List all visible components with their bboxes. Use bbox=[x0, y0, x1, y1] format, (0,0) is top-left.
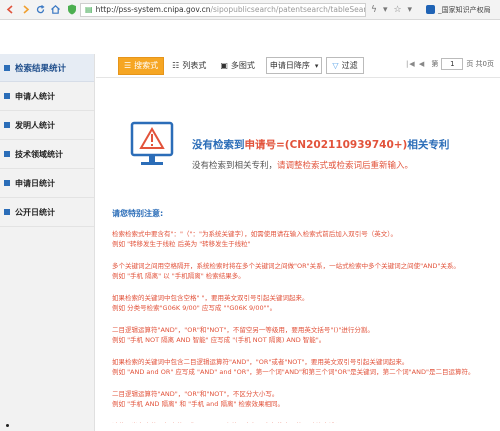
sidebar-item-label: 公开日统计 bbox=[15, 207, 55, 217]
chevron-down-icon: ▾ bbox=[314, 61, 319, 70]
tip-line: 如果检索的关键词中包含空格" "，要用英文双引号引起关键词起来。 bbox=[112, 294, 309, 302]
view-list-button[interactable]: ☷ 列表式 bbox=[166, 57, 212, 75]
tip-line: 例如 "手机 AND 隔离" 和 "手机 and 隔离" 检索效果相同。 bbox=[112, 400, 285, 408]
title-pre: 没有检索到 bbox=[192, 139, 245, 151]
url-path: /sipopublicsearch/patentsearch/tableSear… bbox=[210, 5, 366, 14]
tip-line: 例如 "手机 NOT 隔离 AND 智能" 应写成 "(手机 NOT 隔离) A… bbox=[112, 336, 326, 344]
refresh-icon[interactable] bbox=[34, 4, 46, 16]
shield-icon bbox=[66, 4, 77, 16]
sidebar-item-label: 发明人统计 bbox=[15, 120, 55, 130]
url-host: pss-system.cnipa.gov.cn bbox=[118, 5, 211, 14]
no-results-subtitle: 没有检索到相关专利，请调整检索式或检索词后重新输入。 bbox=[192, 159, 413, 171]
tip-line: 例如 分类号检索"G06K 9/00" 应写成 ""G06K 9/00""。 bbox=[112, 304, 277, 312]
forward-icon[interactable] bbox=[19, 4, 31, 16]
tip-line: 请使用半角字符，标点符号为 ：国际一中使用全角，全角状态可能导致检索错误。 bbox=[112, 421, 492, 423]
no-results-panel: 没有检索到申请号=(CN202110939740+)相关专利 没有检索到相关专利… bbox=[112, 115, 492, 195]
tip-block: 检索检索式中要含有"："（"："为系统关键字），如需使用请在输入检索式前后加入双… bbox=[112, 229, 492, 249]
tip-line: 例如 "转移发生于线粒 后英为 "转移发生于线粒" bbox=[112, 240, 251, 248]
stats-icon bbox=[4, 64, 10, 71]
tip-line: 检索检索式中要含有"："（"："为系统关键字），如需使用请在输入检索式前后加入双… bbox=[112, 230, 397, 238]
results-toolbar: ☰ 搜索式 ☷ 列表式 ▣ 多图式 申请日降序 ▾ ▽ 过滤 |◀ ◀ 第 1 … bbox=[96, 54, 500, 78]
page-prefix: 第 bbox=[431, 60, 439, 68]
view-search-label: 搜索式 bbox=[134, 61, 159, 70]
tip-block: 二目逻辑运算符"AND"，"OR"和"NOT"，不区分大小写。 例如 "手机 AN… bbox=[112, 389, 492, 409]
title-highlight: 申请号=(CN202110939740+) bbox=[244, 139, 408, 151]
stats-sidebar: 检索结果统计 申请人统计 发明人统计 技术领域统计 申请日统计 公开日统计 bbox=[0, 54, 95, 431]
view-list-label: 列表式 bbox=[182, 61, 207, 70]
square-bullet-icon bbox=[4, 122, 10, 128]
page-input[interactable]: 1 bbox=[441, 58, 464, 70]
square-bullet-icon bbox=[4, 93, 10, 99]
star-icon[interactable]: ☆ bbox=[393, 5, 401, 15]
page-nav-arrows-icon[interactable]: |◀ ◀ bbox=[406, 60, 425, 68]
square-bullet-icon bbox=[4, 151, 10, 157]
tip-line: 多个关键词之间用空格隔开，系统检索时将在多个关键词之间做"OR"关系，一站式检索… bbox=[112, 262, 460, 270]
square-bullet-icon bbox=[4, 209, 10, 215]
tab-title: _国家知识产权局 bbox=[438, 5, 491, 14]
url-scheme: http:// bbox=[95, 5, 119, 14]
mouse-cursor-icon bbox=[6, 424, 9, 427]
tips-title: 请您特别注意: bbox=[112, 209, 164, 218]
bolt-icon[interactable]: ϟ bbox=[371, 5, 377, 15]
sidebar-item-tech-field[interactable]: 技术领域统计 bbox=[0, 140, 94, 169]
tip-line: 如果检索的关键词中包含二目逻辑运算符"AND"，"OR"或者"NOT"，要用英文… bbox=[112, 358, 409, 366]
sidebar-item-label: 申请日统计 bbox=[15, 178, 55, 188]
sidebar-header[interactable]: 检索结果统计 bbox=[0, 54, 94, 82]
sidebar-item-filing-date[interactable]: 申请日统计 bbox=[0, 169, 94, 198]
list-icon: ☷ bbox=[172, 61, 180, 70]
no-results-title: 没有检索到申请号=(CN202110939740+)相关专利 bbox=[192, 137, 449, 152]
address-bar[interactable]: ▤ http://pss-system.cnipa.gov.cn/sipopub… bbox=[80, 2, 366, 17]
sub-highlight: 请调整检索式或检索词后重新输入。 bbox=[277, 161, 414, 171]
tip-block: 请使用半角字符，标点符号为 ：国际一中使用全角，全角状态可能导致检索错误。 bbox=[112, 421, 492, 423]
sort-select[interactable]: 申请日降序 ▾ bbox=[265, 57, 323, 74]
view-search-button[interactable]: ☰ 搜索式 bbox=[118, 56, 165, 75]
warning-monitor-icon bbox=[130, 121, 174, 165]
tip-block: 二目逻辑运算符"AND"，"OR"和"NOT"，不留空另一等级用，要用英文括号"… bbox=[112, 325, 492, 345]
tip-line: 二目逻辑运算符"AND"，"OR"和"NOT"，不区分大小写。 bbox=[112, 390, 279, 398]
tip-line: 例如 "AND and OR" 应写成 "AND" and "OR"，第一个词"… bbox=[112, 368, 475, 376]
title-post: 相关专利 bbox=[407, 139, 450, 151]
home-icon[interactable] bbox=[49, 4, 61, 16]
tip-line: 二目逻辑运算符"AND"，"OR"和"NOT"，不留空另一等级用，要用英文括号"… bbox=[112, 326, 374, 334]
sidebar-item-publication-date[interactable]: 公开日统计 bbox=[0, 198, 94, 227]
view-multi-image-label: 多图式 bbox=[230, 61, 255, 70]
filter-icon: ▽ bbox=[332, 61, 339, 70]
filter-label: 过滤 bbox=[341, 61, 358, 70]
square-bullet-icon bbox=[4, 180, 10, 186]
sidebar-header-label: 检索结果统计 bbox=[15, 63, 67, 74]
pagination: |◀ ◀ 第 1 页 共0页 bbox=[406, 58, 494, 70]
tip-block: 多个关键词之间用空格隔开，系统检索时将在多个关键词之间做"OR"关系，一站式检索… bbox=[112, 261, 492, 281]
sidebar-item-applicant[interactable]: 申请人统计 bbox=[0, 82, 94, 111]
search-view-icon: ☰ bbox=[124, 61, 132, 70]
browser-tab[interactable]: _国家知识产权局 bbox=[426, 3, 491, 17]
search-tips: 请您特别注意: 检索检索式中要含有"："（"："为系统关键字），如需使用请在输入… bbox=[112, 208, 492, 423]
sub-pre: 没有检索到相关专利， bbox=[192, 161, 278, 171]
view-multi-image-button[interactable]: ▣ 多图式 bbox=[214, 57, 261, 75]
sidebar-item-inventor[interactable]: 发明人统计 bbox=[0, 111, 94, 140]
dropdown-icon[interactable]: ▾ bbox=[383, 5, 388, 15]
sidebar-item-label: 申请人统计 bbox=[15, 91, 55, 101]
image-icon: ▣ bbox=[220, 61, 228, 70]
page-icon: ▤ bbox=[85, 5, 93, 14]
page-total: 页 共0页 bbox=[466, 60, 494, 68]
menu-icon[interactable]: ▾ bbox=[408, 5, 413, 15]
sidebar-item-label: 技术领域统计 bbox=[15, 149, 63, 159]
filter-button[interactable]: ▽ 过滤 bbox=[326, 57, 364, 74]
tip-line: 例如 "手机 隔离" 以 "手机隔离" 检索结果多。 bbox=[112, 272, 245, 280]
back-icon[interactable] bbox=[4, 4, 16, 16]
tips-list: 检索检索式中要含有"："（"："为系统关键字），如需使用请在输入检索式前后加入双… bbox=[112, 229, 492, 423]
tip-block: 如果检索的关键词中包含二目逻辑运算符"AND"，"OR"或者"NOT"，要用英文… bbox=[112, 357, 492, 377]
tab-favicon-icon bbox=[426, 5, 436, 14]
tip-block: 如果检索的关键词中包含空格" "，要用英文双引号引起关键词起来。 例如 分类号检索… bbox=[112, 293, 492, 313]
browser-toolbar: ▤ http://pss-system.cnipa.gov.cn/sipopub… bbox=[0, 0, 500, 20]
sort-selected-value: 申请日降序 bbox=[269, 61, 310, 70]
